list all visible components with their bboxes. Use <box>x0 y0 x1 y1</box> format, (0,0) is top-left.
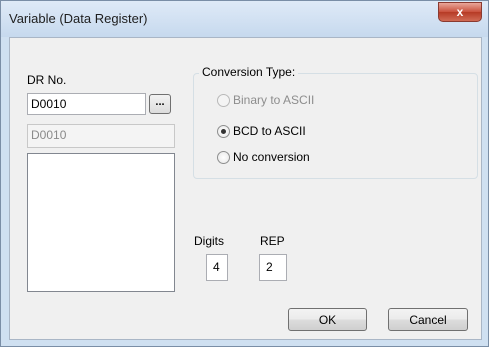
dr-no-label: DR No. <box>27 73 67 87</box>
title-bar[interactable]: Variable (Data Register) x <box>1 1 488 37</box>
register-listbox[interactable] <box>27 153 175 292</box>
radio-no-conversion[interactable]: No conversion <box>217 150 310 164</box>
dr-no-readonly-field: D0010 <box>27 124 175 148</box>
radio-label: Binary to ASCII <box>233 93 315 107</box>
radio-binary-to-ascii[interactable]: Binary to ASCII <box>217 93 314 107</box>
radio-label: BCD to ASCII <box>233 124 306 138</box>
radio-indicator-selected <box>217 124 230 138</box>
rep-input[interactable]: 2 <box>259 254 287 281</box>
dr-no-input[interactable]: D0010 <box>27 93 146 115</box>
close-icon: x <box>456 5 464 19</box>
dialog-body: DR No. D0010 ... D0010 Conversion Type: … <box>9 37 482 340</box>
dialog-window: Variable (Data Register) x DR No. D0010 … <box>0 0 489 347</box>
window-title: Variable (Data Register) <box>9 11 148 26</box>
digits-input[interactable]: 4 <box>206 254 228 281</box>
radio-label: No conversion <box>233 150 310 164</box>
radio-indicator <box>217 150 230 164</box>
rep-label: REP <box>260 234 285 248</box>
close-button[interactable]: x <box>438 2 482 22</box>
ellipsis-icon: ... <box>155 96 165 108</box>
radio-indicator <box>217 93 230 107</box>
conversion-type-legend: Conversion Type: <box>199 65 299 79</box>
browse-button[interactable]: ... <box>149 94 171 114</box>
cancel-button[interactable]: Cancel <box>388 308 468 331</box>
ok-button[interactable]: OK <box>288 308 367 331</box>
radio-bcd-to-ascii[interactable]: BCD to ASCII <box>217 124 306 138</box>
digits-label: Digits <box>194 234 225 248</box>
